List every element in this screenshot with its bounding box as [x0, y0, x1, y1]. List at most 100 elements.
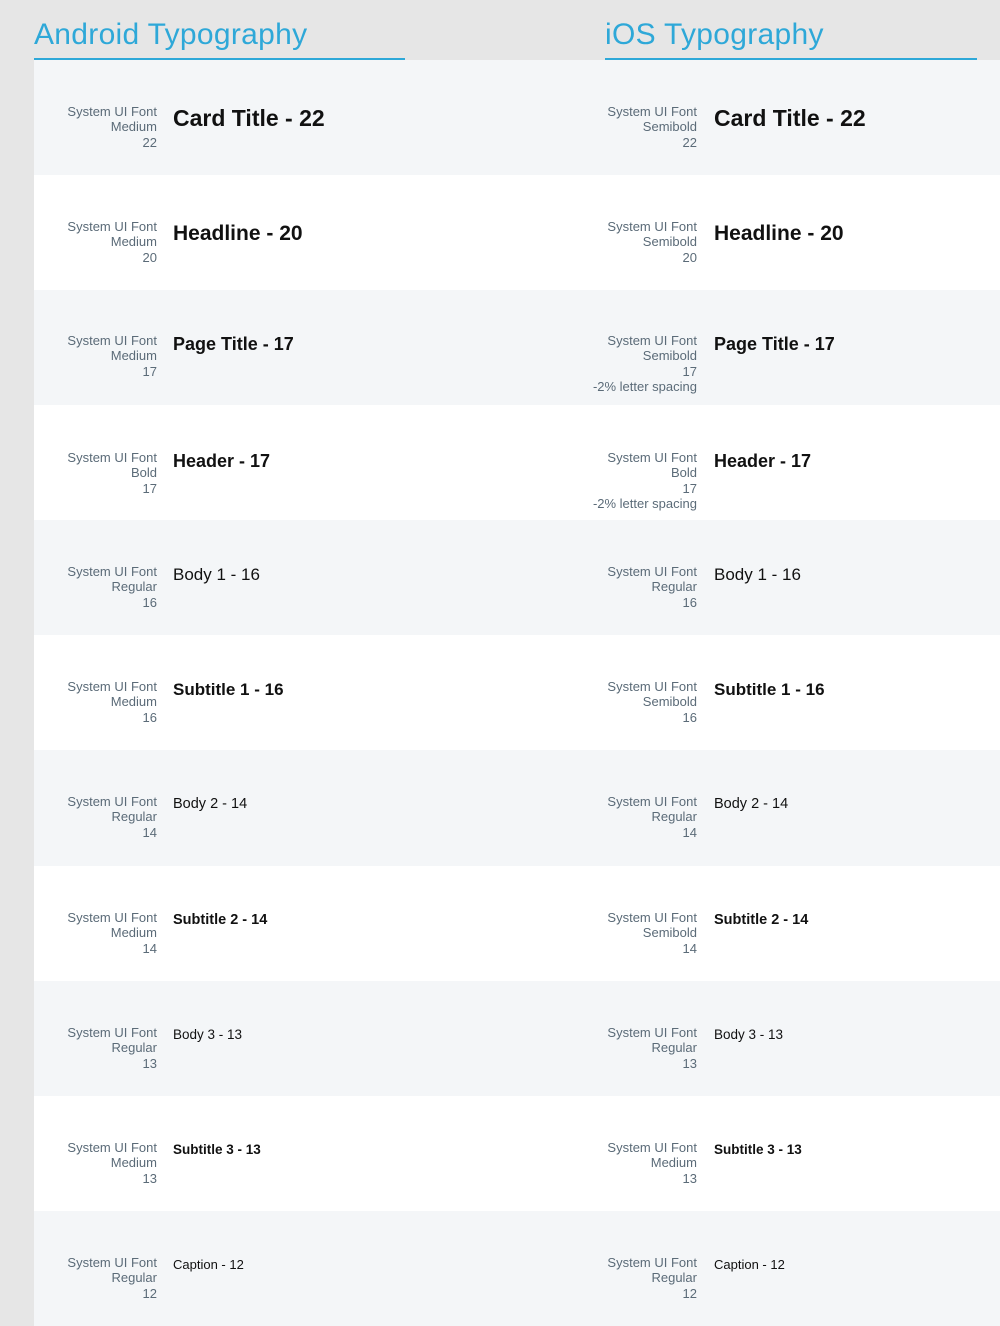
android-font-spec: System UI Font Medium 17: [34, 333, 157, 379]
spec-font: System UI Font: [607, 333, 697, 348]
android-font-spec: System UI Font Regular 16: [34, 564, 157, 610]
spec-weight: Semibold: [642, 348, 697, 364]
spec-weight: Regular: [111, 809, 157, 825]
spec-font: System UI Font: [607, 910, 697, 925]
column-headings: Android Typography iOS Typography: [0, 0, 1000, 60]
ios-font-spec: System UI Font Regular 16: [574, 564, 697, 610]
spec-weight: Regular: [111, 1270, 157, 1286]
spec-font: System UI Font: [607, 679, 697, 694]
ios-type-sample: Subtitle 2 - 14: [714, 912, 809, 928]
spec-size: 17: [682, 480, 697, 496]
spec-font: System UI Font: [607, 564, 697, 579]
spec-font: System UI Font: [607, 1025, 697, 1040]
ios-font-spec: System UI Font Regular 13: [574, 1025, 697, 1071]
ios-font-spec: System UI Font Regular 12: [574, 1255, 697, 1301]
spec-font: System UI Font: [67, 679, 157, 694]
android-type-sample: Subtitle 2 - 14: [173, 912, 268, 928]
spec-size: 17: [682, 363, 697, 379]
spec-font: System UI Font: [67, 219, 157, 234]
spec-weight: Regular: [111, 579, 157, 595]
spec-font: System UI Font: [67, 1255, 157, 1270]
type-row-headline: System UI Font Medium 20 Headline - 20 S…: [34, 175, 1000, 290]
spec-weight: Regular: [651, 809, 697, 825]
spec-font: System UI Font: [67, 1140, 157, 1155]
spec-size: 20: [682, 249, 697, 265]
spec-weight: Regular: [651, 1040, 697, 1056]
android-typography-heading: Android Typography: [34, 14, 405, 60]
spec-size: 17: [142, 363, 157, 379]
ios-type-sample: Header - 17: [714, 451, 812, 471]
spec-size: 16: [682, 594, 697, 610]
spec-font: System UI Font: [67, 104, 157, 119]
spec-weight: Semibold: [642, 694, 697, 710]
android-type-sample: Body 3 - 13: [173, 1027, 243, 1042]
type-row-card-title: System UI Font Medium 22 Card Title - 22…: [34, 60, 1000, 175]
spec-size: 13: [142, 1170, 157, 1186]
ios-type-sample: Body 1 - 16: [714, 565, 801, 584]
ios-type-sample: Page Title - 17: [714, 334, 835, 354]
type-row-body-2: System UI Font Regular 14 Body 2 - 14 Sy…: [34, 750, 1000, 866]
type-row-header: System UI Font Bold 17 Header - 17 Syste…: [34, 405, 1000, 520]
spec-weight: Regular: [651, 1270, 697, 1286]
spec-font: System UI Font: [607, 450, 697, 465]
spec-weight: Bold: [670, 465, 697, 481]
type-row-subtitle-1: System UI Font Medium 16 Subtitle 1 - 16…: [34, 635, 1000, 750]
ios-font-spec: System UI Font Semibold 17 -2% letter sp…: [574, 333, 697, 394]
ios-font-spec: System UI Font Semibold 20: [574, 219, 697, 265]
spec-size: 20: [142, 249, 157, 265]
android-type-sample: Headline - 20: [173, 222, 303, 245]
android-font-spec: System UI Font Medium 16: [34, 679, 157, 725]
spec-size: 14: [142, 824, 157, 840]
spec-weight: Bold: [130, 465, 157, 481]
spec-letter-spacing: -2% letter spacing: [592, 495, 697, 511]
spec-weight: Semibold: [642, 119, 697, 135]
ios-font-spec: System UI Font Semibold 16: [574, 679, 697, 725]
type-row-subtitle-2: System UI Font Medium 14 Subtitle 2 - 14…: [34, 866, 1000, 981]
spec-size: 14: [142, 940, 157, 956]
type-row-body-3: System UI Font Regular 13 Body 3 - 13 Sy…: [34, 981, 1000, 1096]
type-row-body-1: System UI Font Regular 16 Body 1 - 16 Sy…: [34, 520, 1000, 635]
android-type-sample: Subtitle 3 - 13: [173, 1142, 261, 1157]
ios-type-sample: Caption - 12: [714, 1257, 785, 1272]
spec-size: 14: [682, 940, 697, 956]
spec-weight: Medium: [110, 694, 157, 710]
ios-type-sample: Subtitle 3 - 13: [714, 1142, 802, 1157]
ios-font-spec: System UI Font Regular 14: [574, 794, 697, 840]
spec-size: 17: [142, 480, 157, 496]
spec-weight: Medium: [650, 1155, 697, 1171]
spec-size: 13: [682, 1055, 697, 1071]
spec-font: System UI Font: [607, 1140, 697, 1155]
spec-weight: Medium: [110, 1155, 157, 1171]
spec-font: System UI Font: [607, 794, 697, 809]
ios-type-sample: Body 3 - 13: [714, 1027, 784, 1042]
spec-size: 16: [682, 709, 697, 725]
spec-weight: Regular: [651, 579, 697, 595]
android-font-spec: System UI Font Regular 12: [34, 1255, 157, 1301]
android-type-sample: Body 2 - 14: [173, 796, 248, 812]
ios-font-spec: System UI Font Semibold 22: [574, 104, 697, 150]
spec-size: 14: [682, 824, 697, 840]
ios-font-spec: System UI Font Semibold 14: [574, 910, 697, 956]
android-font-spec: System UI Font Regular 14: [34, 794, 157, 840]
spec-size: 22: [142, 134, 157, 150]
spec-size: 16: [142, 594, 157, 610]
spec-size: 13: [142, 1055, 157, 1071]
spec-font: System UI Font: [607, 1255, 697, 1270]
ios-type-sample: Body 2 - 14: [714, 796, 789, 812]
spec-font: System UI Font: [67, 910, 157, 925]
android-type-sample: Caption - 12: [173, 1257, 244, 1272]
android-font-spec: System UI Font Medium 14: [34, 910, 157, 956]
spec-size: 13: [682, 1170, 697, 1186]
android-font-spec: System UI Font Medium 20: [34, 219, 157, 265]
typography-table: System UI Font Medium 22 Card Title - 22…: [34, 60, 1000, 1326]
spec-size: 12: [142, 1285, 157, 1301]
ios-font-spec: System UI Font Medium 13: [574, 1140, 697, 1186]
spec-font: System UI Font: [607, 219, 697, 234]
spec-letter-spacing: -2% letter spacing: [592, 378, 697, 394]
spec-font: System UI Font: [67, 333, 157, 348]
spec-size: 12: [682, 1285, 697, 1301]
ios-typography-heading: iOS Typography: [605, 14, 977, 60]
spec-font: System UI Font: [607, 104, 697, 119]
spec-font: System UI Font: [67, 794, 157, 809]
android-type-sample: Body 1 - 16: [173, 565, 260, 584]
